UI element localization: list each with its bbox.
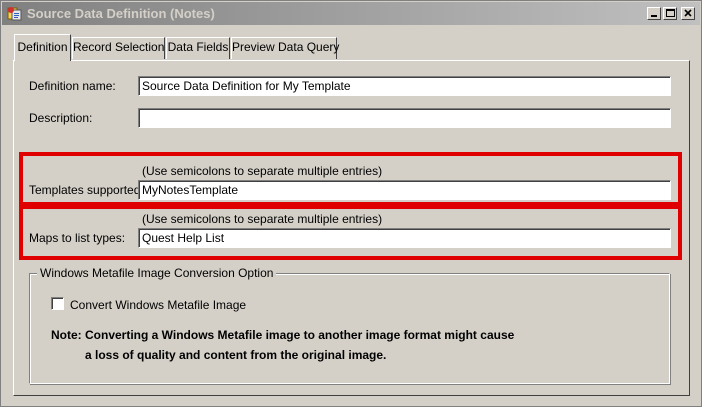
description-label: Description:: [29, 111, 93, 125]
maximize-icon: [666, 9, 675, 17]
close-button[interactable]: [681, 7, 695, 20]
tab-label: Definition: [17, 40, 68, 54]
maximize-button[interactable]: [663, 7, 677, 20]
definition-name-label: Definition name:: [29, 79, 116, 93]
window-title: Source Data Definition (Notes): [27, 6, 215, 21]
minimize-icon: [651, 15, 657, 17]
tab-preview-data-query[interactable]: Preview Data Query: [231, 37, 340, 59]
tab-data-fields[interactable]: Data Fields: [166, 37, 230, 59]
convert-metafile-checkbox[interactable]: [51, 297, 64, 310]
maps-hint: (Use semicolons to separate multiple ent…: [142, 212, 383, 226]
note-line-2: a loss of quality and content from the o…: [85, 348, 387, 362]
maps-to-list-types-label: Maps to list types:: [29, 231, 126, 245]
templates-hint: (Use semicolons to separate multiple ent…: [142, 164, 383, 178]
tab-record-selection[interactable]: Record Selection: [72, 37, 165, 59]
dialog-window: Source Data Definition (Notes) Definitio…: [0, 0, 702, 407]
note-line-1: Note: Converting a Windows Metafile imag…: [51, 328, 515, 342]
title-bar[interactable]: Source Data Definition (Notes): [2, 2, 700, 25]
tab-label: Data Fields: [167, 40, 229, 54]
convert-metafile-label[interactable]: Convert Windows Metafile Image: [70, 298, 246, 312]
tab-label: Preview Data Query: [232, 40, 340, 54]
definition-name-field[interactable]: Source Data Definition for My Template: [138, 76, 671, 96]
maps-to-list-types-field[interactable]: Quest Help List: [138, 228, 671, 248]
groupbox-title: Windows Metafile Image Conversion Option: [37, 266, 277, 280]
tab-definition[interactable]: Definition: [14, 34, 71, 61]
tab-label: Record Selection: [73, 40, 165, 54]
app-icon: [7, 7, 22, 21]
description-field[interactable]: [138, 108, 671, 128]
minimize-button[interactable]: [647, 7, 661, 20]
templates-supported-field[interactable]: MyNotesTemplate: [138, 180, 671, 200]
templates-supported-label: Templates supported:: [29, 183, 144, 197]
close-icon: [684, 9, 692, 17]
